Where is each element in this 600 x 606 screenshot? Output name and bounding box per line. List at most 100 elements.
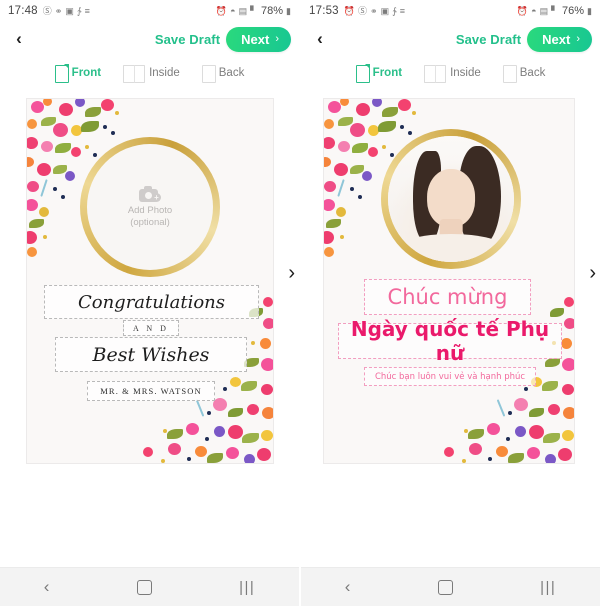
home-nav-icon[interactable] <box>136 579 152 595</box>
next-button[interactable]: Next › <box>527 26 592 52</box>
android-nav-bar: ‹ ||| <box>0 567 299 606</box>
card-inside-icon <box>424 64 447 83</box>
card-canvas: Chúc mừng Ngày quốc tế Phụ nữ Chúc bạn l… <box>301 90 600 570</box>
gallery-icon: ▣ <box>65 5 74 16</box>
add-photo-label-line1: Add Photo <box>127 204 173 216</box>
next-button[interactable]: Next › <box>226 26 291 52</box>
contacts-icon: ⚭ <box>370 5 378 16</box>
home-nav-icon[interactable] <box>437 579 453 595</box>
text-box-greeting-line-1[interactable]: Chúc mừng <box>364 279 531 315</box>
mobile-data-icon: ▤ <box>539 5 549 16</box>
greeting-line-2-text: Best Wishes <box>92 343 210 366</box>
back-nav-icon[interactable]: ‹ <box>345 577 351 597</box>
signature-text: MR. & MRS. WATSON <box>100 386 202 396</box>
next-button-label: Next <box>542 31 571 47</box>
action-bar: ‹ Save Draft Next › <box>301 22 600 56</box>
text-box-greeting-line-1[interactable]: Congratulations <box>44 285 259 319</box>
menu-icon: ≡ <box>399 5 406 16</box>
card-front-icon <box>355 63 370 83</box>
status-time: 17:53 <box>309 5 339 17</box>
user-photo[interactable] <box>388 136 514 262</box>
text-box-signature[interactable]: MR. & MRS. WATSON <box>87 381 215 401</box>
greeting-subtitle-text: Chúc bạn luôn vui vẻ và hạnh phúc <box>374 371 526 382</box>
menu-icon: ≡ <box>84 5 90 16</box>
status-bar: 17:53 ⏰ Ⓢ ⚭ ▣ ∱ ≡ ⏰ ◓ ▤ ▘ 76% ▮ <box>301 0 600 22</box>
card-inside-icon <box>123 64 146 83</box>
status-time: 17:48 <box>8 5 38 17</box>
greeting-line-2-text: Ngày quốc tế Phụ nữ <box>350 317 550 365</box>
photo-frame-ring[interactable] <box>381 129 521 269</box>
photo-frame-ring[interactable]: + Add Photo (optional) <box>80 137 220 277</box>
tab-front[interactable]: Front <box>54 63 102 83</box>
greeting-card-preview[interactable]: Chúc mừng Ngày quốc tế Phụ nữ Chúc bạn l… <box>323 98 575 464</box>
battery-percent: 76% <box>562 5 585 17</box>
status-bar: 17:48 Ⓢ ⚭ ▣ ∱ ≡ ⏰ ◓ ▤ ▘ 78% ▮ <box>0 0 299 22</box>
save-draft-button[interactable]: Save Draft <box>456 32 521 47</box>
android-nav-bar: ‹ ||| <box>301 567 600 606</box>
signal-icon: ▘ <box>250 5 258 16</box>
chevron-right-icon: › <box>576 33 580 45</box>
action-bar: ‹ Save Draft Next › <box>0 22 299 56</box>
next-button-label: Next <box>241 31 270 47</box>
tab-front-label: Front <box>71 67 102 79</box>
status-system-icons: ⏰ ◓ ▤ ▘ 78% ▮ <box>216 5 291 17</box>
back-button[interactable]: ‹ <box>309 27 331 51</box>
back-nav-icon[interactable]: ‹ <box>44 577 50 597</box>
save-draft-button[interactable]: Save Draft <box>155 32 220 47</box>
phone-screen-right: 17:53 ⏰ Ⓢ ⚭ ▣ ∱ ≡ ⏰ ◓ ▤ ▘ 76% ▮ ‹ Save D… <box>301 0 600 606</box>
text-box-greeting-line-2[interactable]: Best Wishes <box>55 337 247 372</box>
tab-back-label: Back <box>218 67 245 79</box>
alarm-icon: ⏰ <box>516 5 529 16</box>
greeting-line-1-text: Congratulations <box>77 291 226 313</box>
alarm-icon: ⏰ <box>215 5 228 16</box>
battery-icon: ▮ <box>286 5 291 16</box>
mobile-data-icon: ▤ <box>238 5 248 16</box>
gallery-icon: ▣ <box>380 5 390 16</box>
tab-inside[interactable]: Inside <box>123 64 180 83</box>
tab-back-label: Back <box>519 67 546 79</box>
back-button[interactable]: ‹ <box>8 27 30 51</box>
tab-inside-label: Inside <box>450 67 481 79</box>
contacts-icon: ⚭ <box>54 5 63 16</box>
text-box-greeting-connector[interactable]: A N D <box>123 320 179 336</box>
recents-nav-icon[interactable]: ||| <box>239 579 255 596</box>
signal-icon: ▘ <box>551 5 559 16</box>
photo-placeholder[interactable]: + Add Photo (optional) <box>87 144 213 270</box>
card-side-tabs: Front Inside Back <box>0 56 299 90</box>
greeting-connector-text: A N D <box>133 323 169 333</box>
recents-nav-icon[interactable]: ||| <box>540 579 556 596</box>
wifi-icon: ◓ <box>230 5 236 16</box>
dnd-icon: Ⓢ <box>42 5 52 16</box>
battery-percent: 78% <box>261 5 284 17</box>
add-photo-label-line2: (optional) <box>130 216 170 228</box>
status-notification-icons: Ⓢ ⚭ ▣ ∱ ≡ <box>42 5 90 16</box>
next-card-page-chevron[interactable]: › <box>589 263 596 283</box>
battery-icon: ▮ <box>587 5 592 16</box>
tab-front[interactable]: Front <box>355 63 403 83</box>
text-box-greeting-subtitle[interactable]: Chúc bạn luôn vui vẻ và hạnh phúc <box>364 367 536 386</box>
card-side-tabs: Front Inside Back <box>301 56 600 90</box>
portrait-photo <box>388 136 514 262</box>
wifi-icon: ◓ <box>531 5 537 16</box>
tab-back[interactable]: Back <box>201 64 245 83</box>
status-system-icons: ⏰ ◓ ▤ ▘ 76% ▮ <box>517 5 592 17</box>
alarm-clock-icon: ⏰ <box>343 5 355 16</box>
card-front-icon <box>54 63 69 83</box>
greeting-card-preview[interactable]: + Add Photo (optional) Congratulations A… <box>26 98 274 464</box>
tab-back[interactable]: Back <box>502 64 546 83</box>
tab-front-label: Front <box>372 67 403 79</box>
status-notification-icons: ⏰ Ⓢ ⚭ ▣ ∱ ≡ <box>343 5 406 16</box>
dual-screenshot-container: 17:48 Ⓢ ⚭ ▣ ∱ ≡ ⏰ ◓ ▤ ▘ 78% ▮ ‹ Save Dra… <box>0 0 600 606</box>
bluetooth-audio-icon: ∱ <box>392 5 397 16</box>
bluetooth-audio-icon: ∱ <box>76 5 82 16</box>
chevron-right-icon: › <box>275 33 279 45</box>
dnd-icon: Ⓢ <box>358 5 368 16</box>
card-back-icon <box>502 64 517 83</box>
next-card-page-chevron[interactable]: › <box>288 263 295 283</box>
text-box-greeting-line-2[interactable]: Ngày quốc tế Phụ nữ <box>338 317 562 365</box>
phone-screen-left: 17:48 Ⓢ ⚭ ▣ ∱ ≡ ⏰ ◓ ▤ ▘ 78% ▮ ‹ Save Dra… <box>0 0 299 606</box>
tab-inside-label: Inside <box>149 67 180 79</box>
tab-inside[interactable]: Inside <box>424 64 481 83</box>
greeting-line-1-text: Chúc mừng <box>387 285 508 309</box>
camera-plus-icon: + <box>139 185 161 202</box>
